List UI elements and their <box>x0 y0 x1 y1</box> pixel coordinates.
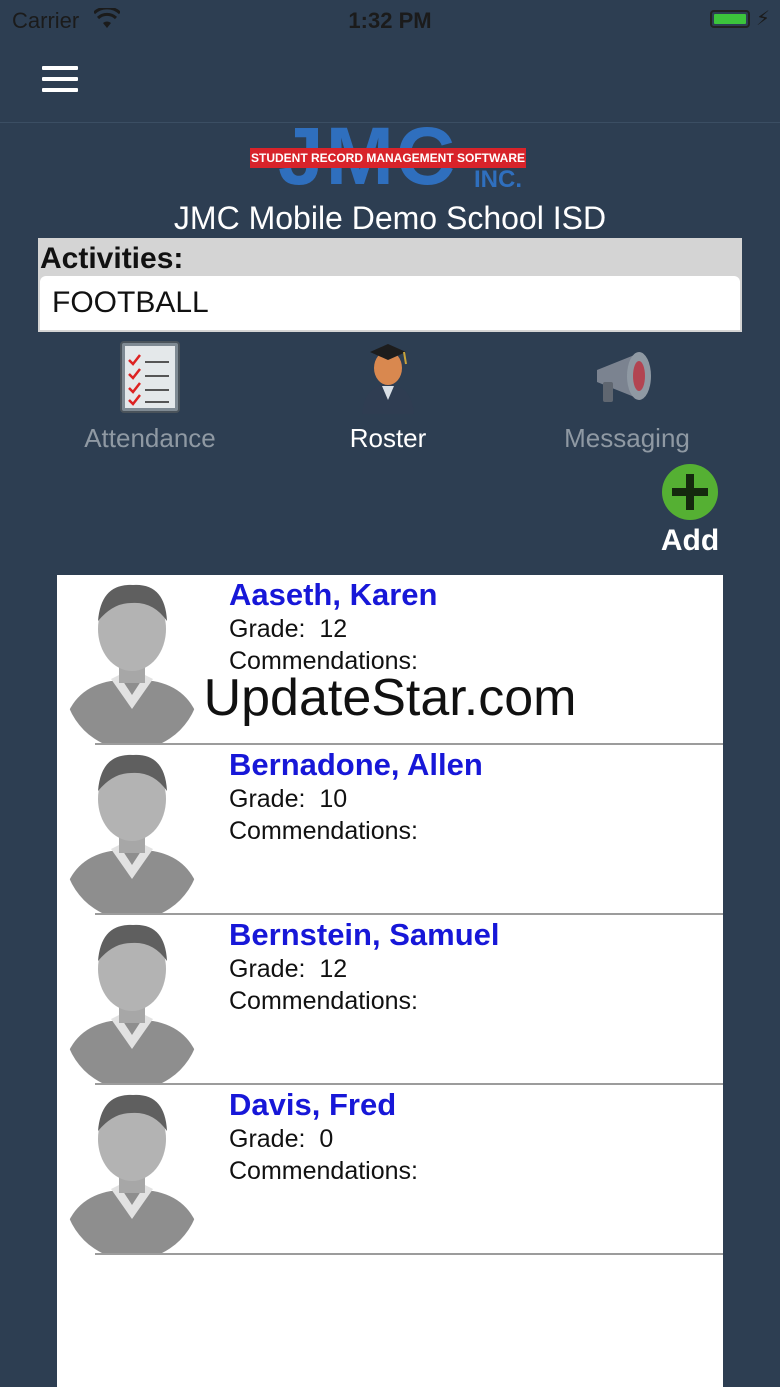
avatar-placeholder-icon <box>61 747 203 913</box>
grade-value: 12 <box>319 955 348 983</box>
avatar-placeholder-icon <box>61 1087 203 1253</box>
charging-icon: ⚡ <box>755 8 770 30</box>
status-time: 1:32 PM <box>348 8 432 33</box>
hamburger-menu-icon[interactable] <box>42 66 78 92</box>
list-item[interactable]: Bernstein, Samuel Grade: 12 Commendation… <box>57 915 723 1085</box>
row-divider <box>95 1253 723 1255</box>
list-item[interactable]: Bernadone, Allen Grade: 10 Commendations… <box>57 745 723 915</box>
list-item[interactable]: Davis, Fred Grade: 0 Commendations: <box>57 1085 723 1255</box>
activities-panel: Activities: FOOTBALL <box>38 238 742 332</box>
status-bar: Carrier 1:32 PM ⚡ <box>0 0 780 42</box>
logo-banner: STUDENT RECORD MANAGEMENT SOFTWARE <box>250 148 526 168</box>
student-grade: Grade: 12 <box>229 615 347 644</box>
add-student-button[interactable]: Add <box>650 464 730 558</box>
avatar-placeholder-icon <box>61 577 203 743</box>
tab-roster-label: Roster <box>349 423 427 453</box>
commendations-label: Commendations: <box>229 1157 418 1185</box>
tab-messaging[interactable]: Messaging <box>527 340 727 454</box>
jmc-logo: JMC STUDENT RECORD MANAGEMENT SOFTWARE I… <box>248 116 538 198</box>
grade-label: Grade: <box>229 1125 306 1153</box>
tab-roster[interactable]: Roster <box>288 340 488 454</box>
avatar-placeholder-icon <box>61 917 203 1083</box>
grade-label: Grade: <box>229 955 306 983</box>
grade-label: Grade: <box>229 615 306 643</box>
roster-person-icon <box>356 344 420 418</box>
student-name-link[interactable]: Davis, Fred <box>229 1087 396 1123</box>
grade-value: 10 <box>319 785 348 813</box>
student-name-link[interactable]: Bernadone, Allen <box>229 747 483 783</box>
student-name-link[interactable]: Aaseth, Karen <box>229 577 437 613</box>
list-item[interactable]: Aaseth, Karen Grade: 12 Commendations: <box>57 575 723 745</box>
activity-picker[interactable]: FOOTBALL <box>40 276 740 330</box>
tab-attendance[interactable]: Attendance <box>50 340 250 454</box>
student-name-link[interactable]: Bernstein, Samuel <box>229 917 499 953</box>
grade-value: 0 <box>319 1125 334 1153</box>
student-grade: Grade: 12 <box>229 955 347 984</box>
battery-icon <box>710 10 750 28</box>
roster-list[interactable]: Aaseth, Karen Grade: 12 Commendations: B… <box>57 575 723 1387</box>
school-name: JMC Mobile Demo School ISD <box>173 200 607 236</box>
student-grade: Grade: 0 <box>229 1125 333 1154</box>
add-plus-icon <box>662 464 718 520</box>
tab-attendance-label: Attendance <box>84 423 216 453</box>
attendance-clipboard-icon <box>119 341 181 418</box>
grade-value: 12 <box>319 615 348 643</box>
activities-label: Activities: <box>40 242 184 275</box>
logo-suffix: INC. <box>474 166 522 193</box>
grade-label: Grade: <box>229 785 306 813</box>
commendations-label: Commendations: <box>229 647 418 675</box>
student-grade: Grade: 10 <box>229 785 347 814</box>
tab-messaging-label: Messaging <box>564 423 690 453</box>
megaphone-icon <box>589 352 665 418</box>
commendations-label: Commendations: <box>229 987 418 1015</box>
add-label: Add <box>660 524 720 557</box>
commendations-label: Commendations: <box>229 817 418 845</box>
